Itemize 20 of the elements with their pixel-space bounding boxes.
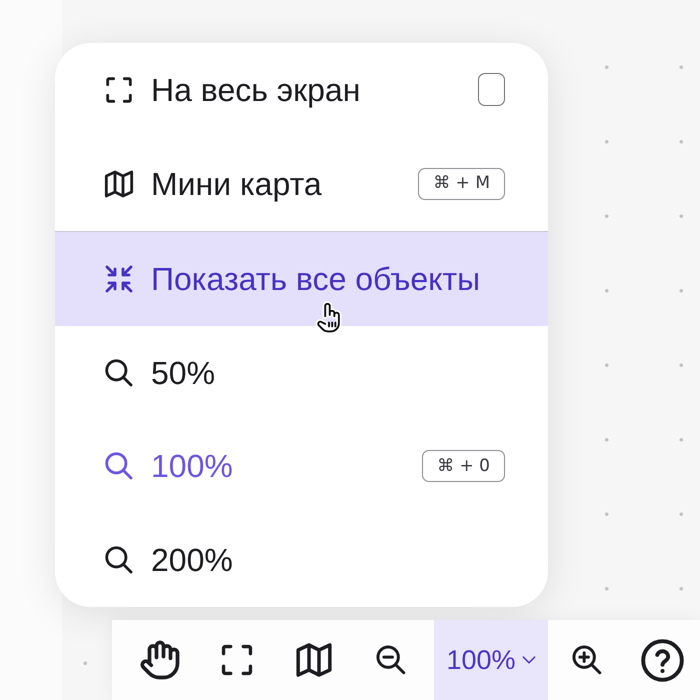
shortcut-hint: ⌘ + 0	[422, 450, 505, 482]
menu-item[interactable]: 50%	[55, 326, 548, 420]
hand-pointer-icon	[315, 300, 343, 334]
menu-item[interactable]: 100% ⌘ + 0	[55, 419, 548, 514]
checkbox[interactable]	[478, 73, 505, 106]
search-icon	[103, 544, 135, 576]
map-icon	[103, 168, 135, 200]
help-icon	[640, 638, 684, 683]
search-icon	[103, 356, 135, 388]
chevron-down-icon	[522, 656, 536, 665]
search-icon	[103, 450, 135, 482]
arrows-inward-icon	[103, 262, 135, 295]
shortcut-hint: ⌘ + M	[418, 168, 505, 200]
menu-item[interactable]: На весь экран	[55, 43, 548, 137]
menu-item[interactable]: Мини карта ⌘ + M	[55, 136, 548, 231]
hand-icon	[138, 639, 180, 682]
zoom-out-icon	[374, 643, 408, 678]
zoom-level-dropdown[interactable]: 100%	[434, 620, 548, 700]
zoom-in-icon	[570, 643, 604, 678]
menu-item[interactable]: 200%	[55, 513, 548, 608]
